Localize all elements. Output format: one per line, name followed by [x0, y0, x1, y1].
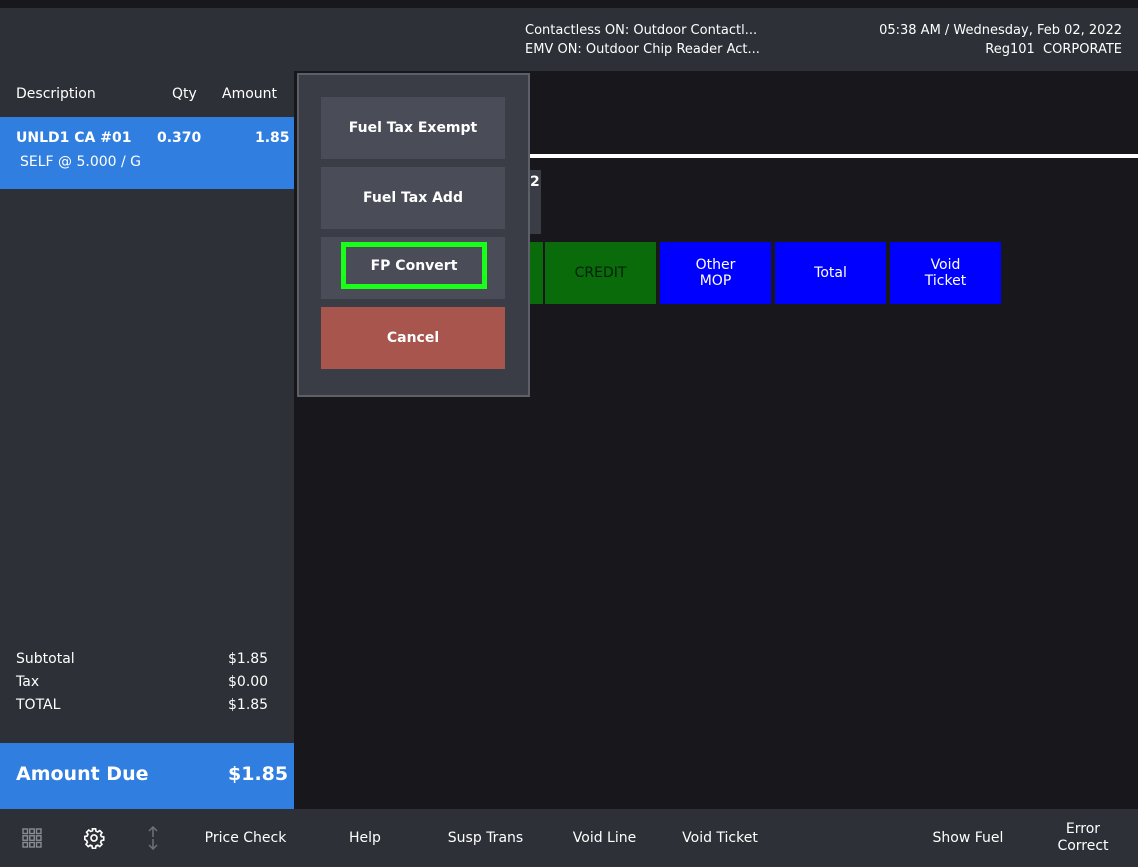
void-ticket-tile-button[interactable]: Void Ticket [890, 242, 1001, 304]
contactless-status: Contactless ON: Outdoor Contactl... [525, 23, 758, 38]
item-amount: 1.85 [255, 130, 290, 146]
fuel-options-popup: Fuel Tax Exempt Fuel Tax Add FP Convert … [297, 73, 530, 397]
amount-due-banner: Amount Due $1.85 [0, 743, 294, 809]
void-ticket-button[interactable]: Void Ticket [670, 809, 770, 867]
focus-highlight: FP Convert [341, 242, 487, 289]
datetime: 05:38 AM / Wednesday, Feb 02, 2022 [879, 23, 1122, 38]
register-info: Reg101 CORPORATE [985, 42, 1122, 57]
other-mop-button[interactable]: Other MOP [660, 242, 771, 304]
receipt-column-headers: Description Qty Amount [0, 71, 294, 117]
grid-icon[interactable] [19, 824, 45, 852]
subtotal-value: $1.85 [228, 651, 269, 667]
fuel-tax-exempt-button[interactable]: Fuel Tax Exempt [321, 97, 505, 159]
item-qty: 0.370 [157, 130, 202, 146]
error-correct-button[interactable]: Error Correct [1038, 809, 1128, 867]
tax-row: Tax $0.00 [0, 674, 294, 696]
fuel-tax-add-button[interactable]: Fuel Tax Add [321, 167, 505, 229]
header-bar: Contactless ON: Outdoor Contactl... EMV … [0, 8, 1138, 71]
subtotal-label: Subtotal [16, 651, 75, 667]
separator-line [528, 154, 1138, 158]
subtotal-row: Subtotal $1.85 [0, 651, 294, 673]
amount-due-label: Amount Due [16, 763, 149, 785]
susp-trans-button[interactable]: Susp Trans [433, 809, 538, 867]
tax-value: $0.00 [228, 674, 269, 690]
pos-screen: Contactless ON: Outdoor Contactl... EMV … [0, 0, 1138, 867]
page-tab[interactable]: 2 [529, 170, 541, 234]
show-fuel-button[interactable]: Show Fuel [918, 809, 1018, 867]
sort-arrows-icon[interactable] [140, 824, 166, 852]
credit-button[interactable]: CREDIT [545, 242, 656, 304]
item-description: UNLD1 CA #01 [16, 130, 132, 146]
receipt-line-item[interactable]: UNLD1 CA #01 0.370 1.85 SELF @ 5.000 / G [0, 117, 294, 189]
device-status: Contactless ON: Outdoor Contactl... EMV … [525, 21, 760, 59]
tax-label: Tax [16, 674, 40, 690]
cancel-button[interactable]: Cancel [321, 307, 505, 369]
bottom-toolbar: Price Check Help Susp Trans Void Line Vo… [0, 809, 1138, 867]
fp-convert-button[interactable]: FP Convert [321, 237, 505, 299]
column-description: Description [16, 86, 96, 102]
total-button[interactable]: Total [775, 242, 886, 304]
column-qty: Qty [172, 86, 197, 102]
total-label: TOTAL [16, 697, 61, 713]
receipt-panel: Description Qty Amount UNLD1 CA #01 0.37… [0, 71, 294, 809]
price-check-button[interactable]: Price Check [193, 809, 298, 867]
help-button[interactable]: Help [320, 809, 410, 867]
amount-due-value: $1.85 [228, 763, 289, 785]
emv-status: EMV ON: Outdoor Chip Reader Act... [525, 42, 760, 57]
tile-partial[interactable] [529, 242, 543, 304]
datetime-register: 05:38 AM / Wednesday, Feb 02, 2022 Reg10… [879, 21, 1122, 59]
item-detail: SELF @ 5.000 / G [20, 154, 142, 170]
column-amount: Amount [222, 86, 278, 102]
fp-convert-label: FP Convert [370, 257, 458, 274]
total-value: $1.85 [228, 697, 269, 713]
total-row: TOTAL $1.85 [0, 697, 294, 719]
gear-icon[interactable] [81, 824, 107, 852]
void-line-button[interactable]: Void Line [557, 809, 652, 867]
